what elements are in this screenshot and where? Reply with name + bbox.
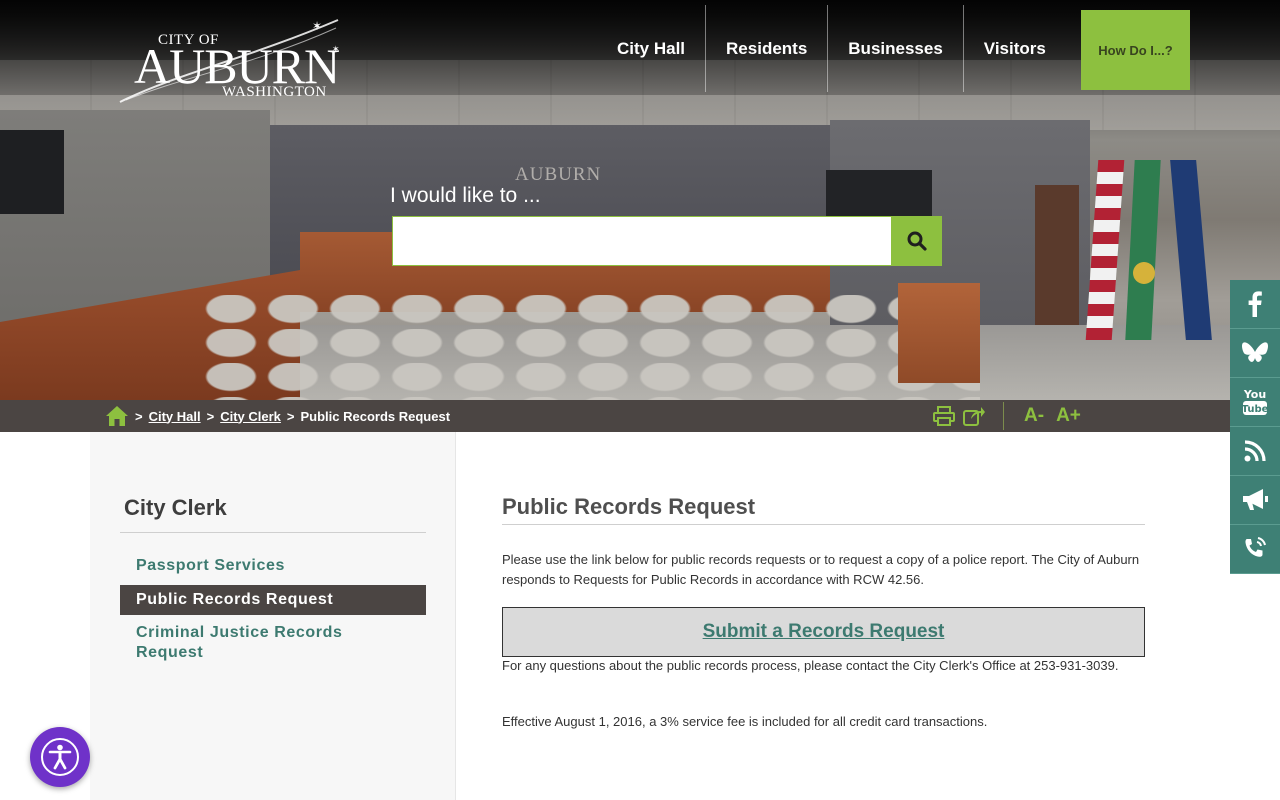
megaphone-icon bbox=[1243, 489, 1268, 510]
font-smaller-button[interactable]: A- bbox=[1024, 405, 1044, 427]
page-tools: A- A+ bbox=[933, 400, 1093, 432]
share-icon[interactable] bbox=[963, 406, 985, 426]
accessibility-icon bbox=[48, 744, 72, 770]
sidebar-item-criminal-justice-records[interactable]: Criminal Justice Records Request bbox=[120, 623, 426, 663]
hero-flag bbox=[1125, 160, 1161, 340]
svg-text:You: You bbox=[1243, 388, 1266, 401]
breadcrumb-separator: > bbox=[206, 408, 215, 424]
breadcrumb-city-hall[interactable]: City Hall bbox=[149, 409, 201, 424]
svg-text:✶: ✶ bbox=[312, 19, 322, 33]
facebook-link[interactable] bbox=[1230, 280, 1280, 329]
notify-link[interactable] bbox=[1230, 476, 1280, 525]
sidebar-divider bbox=[120, 532, 426, 533]
phone-link[interactable] bbox=[1230, 525, 1280, 574]
hero-flag bbox=[1085, 160, 1125, 340]
accessibility-button[interactable] bbox=[30, 727, 90, 787]
social-links: You Tube bbox=[1230, 280, 1280, 574]
section-sidebar: City Clerk Passport Services Public Reco… bbox=[90, 432, 456, 800]
font-larger-button[interactable]: A+ bbox=[1056, 405, 1081, 427]
logo-state: WASHINGTON bbox=[222, 84, 327, 100]
sidebar-item-passport-services[interactable]: Passport Services bbox=[120, 556, 426, 576]
hero-tv bbox=[0, 130, 64, 214]
youtube-icon: You Tube bbox=[1242, 388, 1268, 415]
nav-residents[interactable]: Residents bbox=[706, 5, 829, 92]
tools-divider bbox=[1003, 402, 1004, 430]
site-logo[interactable]: ✶ ✶ CITY OF AUBURN WASHINGTON bbox=[116, 14, 346, 106]
main-nav: City Hall Residents Businesses Visitors bbox=[597, 5, 1066, 92]
fee-notice-text: Effective August 1, 2016, a 3% service f… bbox=[502, 714, 988, 729]
youtube-link[interactable]: You Tube bbox=[1230, 378, 1280, 427]
nav-city-hall[interactable]: City Hall bbox=[597, 5, 707, 92]
search-label: I would like to ... bbox=[390, 184, 541, 207]
home-icon[interactable] bbox=[105, 405, 129, 427]
hero-flag-seal bbox=[1133, 262, 1155, 284]
bluesky-icon bbox=[1242, 342, 1268, 362]
title-divider bbox=[502, 524, 1145, 525]
print-icon[interactable] bbox=[933, 406, 955, 426]
contact-text: For any questions about the public recor… bbox=[502, 658, 1119, 673]
sidebar-item-public-records-request[interactable]: Public Records Request bbox=[120, 585, 426, 615]
hero-flag bbox=[1170, 160, 1212, 340]
facebook-icon bbox=[1248, 291, 1262, 317]
svg-text:Tube: Tube bbox=[1242, 404, 1268, 415]
hero-chairs bbox=[200, 295, 980, 400]
nav-how-do-i[interactable]: How Do I...? bbox=[1081, 10, 1190, 90]
accessibility-ring bbox=[41, 738, 79, 776]
submit-records-request-button[interactable]: Submit a Records Request bbox=[502, 607, 1145, 657]
rss-link[interactable] bbox=[1230, 427, 1280, 476]
breadcrumb-current: Public Records Request bbox=[300, 408, 451, 424]
hero-door bbox=[1035, 185, 1079, 335]
search-button[interactable] bbox=[892, 216, 942, 266]
breadcrumb-separator: > bbox=[286, 408, 295, 424]
search-input[interactable] bbox=[393, 217, 891, 265]
breadcrumb: > City Hall > City Clerk > Public Record… bbox=[105, 400, 450, 432]
nav-visitors[interactable]: Visitors bbox=[964, 5, 1066, 92]
nav-businesses[interactable]: Businesses bbox=[828, 5, 964, 92]
search-box bbox=[392, 216, 892, 266]
phone-icon bbox=[1245, 537, 1266, 557]
sidebar-title[interactable]: City Clerk bbox=[124, 495, 227, 521]
bluesky-link[interactable] bbox=[1230, 329, 1280, 378]
hero-podium bbox=[898, 283, 980, 383]
breadcrumb-bar: > City Hall > City Clerk > Public Record… bbox=[0, 400, 1230, 432]
rss-icon bbox=[1244, 440, 1266, 462]
page-title: Public Records Request bbox=[502, 494, 756, 519]
search-icon bbox=[907, 231, 927, 251]
submit-records-request-link[interactable]: Submit a Records Request bbox=[703, 621, 945, 643]
intro-text: Please use the link below for public rec… bbox=[502, 552, 1140, 587]
breadcrumb-separator: > bbox=[135, 408, 143, 424]
hero-wall-logo: AUBURN bbox=[515, 164, 602, 185]
breadcrumb-city-clerk[interactable]: City Clerk bbox=[220, 409, 281, 424]
